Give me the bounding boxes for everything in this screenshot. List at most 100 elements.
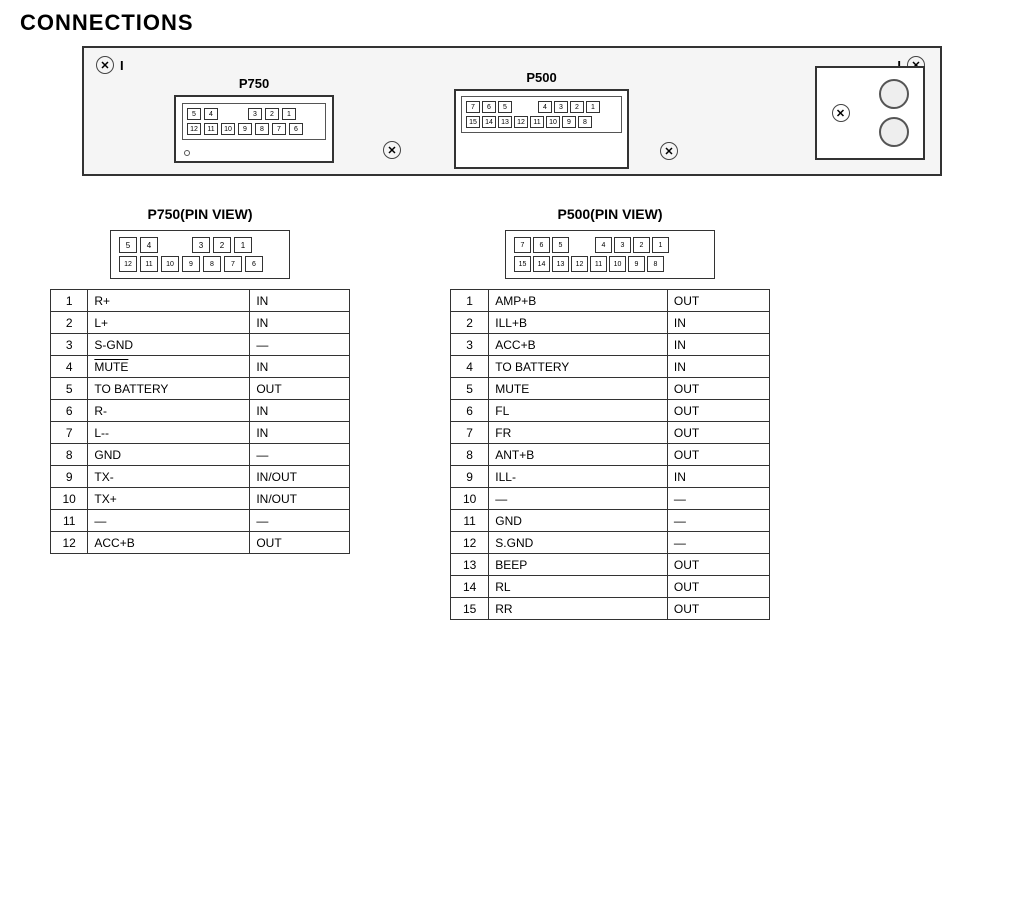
pin-name: RR	[489, 598, 668, 620]
pin-num: 14	[451, 576, 489, 598]
pin-p5-4: 4	[538, 101, 552, 113]
pin-num: 12	[51, 532, 88, 554]
pin-12: 12	[187, 123, 201, 135]
pin-dir: OUT	[667, 598, 769, 620]
pin-num: 5	[451, 378, 489, 400]
pin-num: 3	[51, 334, 88, 356]
pin-num: 9	[51, 466, 88, 488]
pin-dir: —	[667, 532, 769, 554]
pin-p5-10: 10	[546, 116, 560, 128]
pin-dir: —	[667, 488, 769, 510]
pin-num: 10	[51, 488, 88, 510]
p750-diagram-label: P750	[174, 76, 334, 91]
table-row: 14 RL OUT	[451, 576, 770, 598]
p500-box: 7 6 5 4 3 2 1 15 14 13 12 11 10 9	[454, 89, 629, 169]
pin-dir: IN	[667, 312, 769, 334]
table-row: 8 ANT+B OUT	[451, 444, 770, 466]
pin-name: S-GND	[88, 334, 250, 356]
pin-11: 11	[204, 123, 218, 135]
p750-top-row: 5 4 3 2 1	[187, 108, 321, 120]
table-row: 9 TX- IN/OUT	[51, 466, 350, 488]
p500-pin-diagram: 7 6 5 4 3 2 1 15 14 13 12 11 10 9 8	[505, 230, 715, 279]
pin-p5-2: 2	[570, 101, 584, 113]
pin-name: —	[489, 488, 668, 510]
pin-num: 6	[451, 400, 489, 422]
pin-name: ANT+B	[489, 444, 668, 466]
pin-dir: IN	[667, 466, 769, 488]
pin-num: 7	[51, 422, 88, 444]
pin-num: 1	[51, 290, 88, 312]
pin-name: TO BATTERY	[88, 378, 250, 400]
pin-num: 2	[51, 312, 88, 334]
p750-connector-area: P750 5 4 3 2 1 12 11 10 9 8 7	[174, 76, 334, 163]
table-row: 10 — —	[451, 488, 770, 510]
p500-view-bot: 15 14 13 12 11 10 9 8	[514, 256, 706, 272]
p750-table: 1 R+ IN 2 L+ IN 3 S-GND — 4 MUTE IN 5 TO…	[50, 289, 350, 554]
pin-num: 3	[451, 334, 489, 356]
table-row: 13 BEEP OUT	[451, 554, 770, 576]
pin-name: —	[88, 510, 250, 532]
pin-dir: IN	[250, 422, 350, 444]
table-row: 12 ACC+B OUT	[51, 532, 350, 554]
pin-num: 11	[51, 510, 88, 532]
pin-num: 5	[51, 378, 88, 400]
pin-p5-6: 6	[482, 101, 496, 113]
p500-diagram-label: P500	[454, 70, 629, 85]
p500-pin-view-title: P500(PIN VIEW)	[557, 206, 662, 222]
pin-dir: —	[667, 510, 769, 532]
table-row: 3 S-GND —	[51, 334, 350, 356]
p500-connector-area: P500 7 6 5 4 3 2 1 15 14 13 12	[454, 70, 629, 169]
pin-p5-9: 9	[562, 116, 576, 128]
table-row: 10 TX+ IN/OUT	[51, 488, 350, 510]
pin-num: 2	[451, 312, 489, 334]
pin-num: 12	[451, 532, 489, 554]
p750-bot-row: 12 11 10 9 8 7 6	[187, 123, 321, 135]
table-row: 11 GND —	[451, 510, 770, 532]
pin-name: GND	[88, 444, 250, 466]
pin-dir: OUT	[667, 378, 769, 400]
pin-num: 15	[451, 598, 489, 620]
pin-6: 6	[289, 123, 303, 135]
p500-inner-box: 7 6 5 4 3 2 1 15 14 13 12 11 10 9	[461, 96, 622, 133]
pin-name: R+	[88, 290, 250, 312]
table-row: 12 S.GND —	[451, 532, 770, 554]
pin-4: 4	[204, 108, 218, 120]
table-row: 4 MUTE IN	[51, 356, 350, 378]
table-row: 6 FL OUT	[451, 400, 770, 422]
pin-dir: IN	[250, 356, 350, 378]
pin-p5-7: 7	[466, 101, 480, 113]
pin-dir: OUT	[667, 576, 769, 598]
pin-num: 8	[451, 444, 489, 466]
pin-10: 10	[221, 123, 235, 135]
pin-name: TX+	[88, 488, 250, 510]
table-row: 5 MUTE OUT	[451, 378, 770, 400]
pin-num: 4	[451, 356, 489, 378]
x-mark-p500-mid: ✕	[660, 142, 678, 160]
table-row: 9 ILL- IN	[451, 466, 770, 488]
p750-inner-box: 5 4 3 2 1 12 11 10 9 8 7 6	[182, 103, 326, 140]
pin-9: 9	[238, 123, 252, 135]
top-xmarks-left: ✕ I	[96, 56, 124, 74]
table-row: 1 AMP+B OUT	[451, 290, 770, 312]
p500-pin-view-section: P500(PIN VIEW) 7 6 5 4 3 2 1 15 14 13 12…	[450, 206, 770, 620]
circle-icon-top	[879, 79, 909, 109]
connector-diagram: ✕ I ✕ I P750 5 4 3 2 1 12 11 10	[82, 46, 942, 176]
pin-p5-12: 12	[514, 116, 528, 128]
pin-num: 11	[451, 510, 489, 532]
pin-name: TO BATTERY	[489, 356, 668, 378]
pin-dir: OUT	[667, 400, 769, 422]
pin-name: RL	[489, 576, 668, 598]
pin-p5-3: 3	[554, 101, 568, 113]
pin-dir: —	[250, 334, 350, 356]
p500-top-row: 7 6 5 4 3 2 1	[466, 101, 617, 113]
table-row: 2 ILL+B IN	[451, 312, 770, 334]
pin-name: S.GND	[489, 532, 668, 554]
pin-num: 1	[451, 290, 489, 312]
pin-dir: OUT	[667, 444, 769, 466]
pin-p5-13: 13	[498, 116, 512, 128]
table-row: 2 L+ IN	[51, 312, 350, 334]
pin-3: 3	[248, 108, 262, 120]
pin-name: AMP+B	[489, 290, 668, 312]
pin-name: FR	[489, 422, 668, 444]
pin-p5-15: 15	[466, 116, 480, 128]
